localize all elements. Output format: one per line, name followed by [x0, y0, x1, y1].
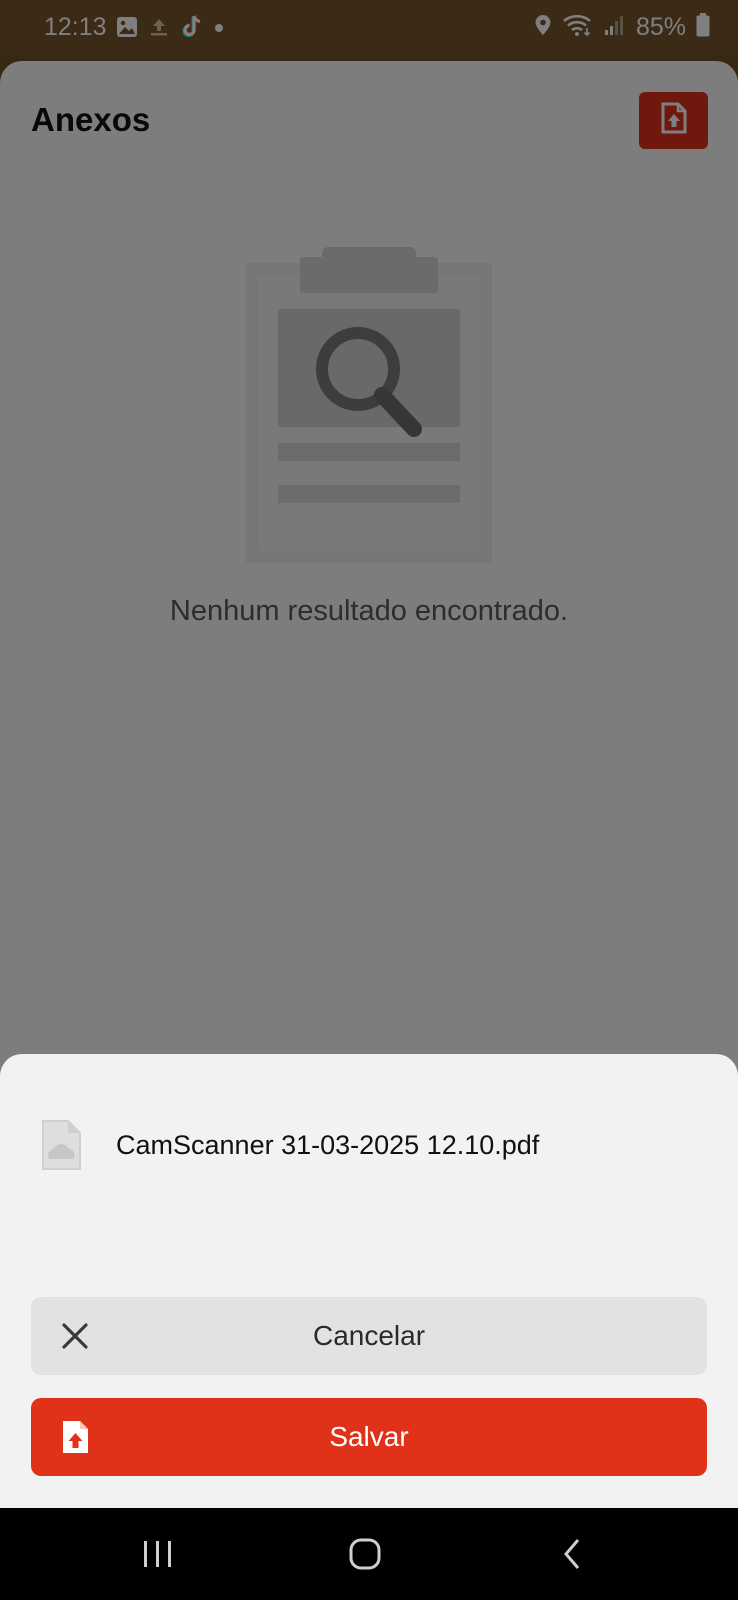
- bottom-sheet: CamScanner 31-03-2025 12.10.pdf Cancelar…: [0, 1054, 738, 1508]
- recents-icon[interactable]: [136, 1532, 180, 1576]
- cancel-label: Cancelar: [312, 1320, 426, 1351]
- file-image-icon: [40, 1119, 82, 1171]
- home-icon[interactable]: [343, 1532, 387, 1576]
- screen: 12:13 85%: [0, 0, 738, 1600]
- file-name: CamScanner 31-03-2025 12.10.pdf: [116, 1129, 540, 1160]
- selected-file-row: CamScanner 31-03-2025 12.10.pdf: [40, 1117, 539, 1173]
- system-nav-bar: [0, 1508, 738, 1600]
- back-icon[interactable]: [550, 1532, 594, 1576]
- save-label: Salvar: [329, 1421, 409, 1452]
- save-button[interactable]: Salvar: [31, 1398, 707, 1476]
- cancel-button[interactable]: Cancelar: [31, 1297, 707, 1375]
